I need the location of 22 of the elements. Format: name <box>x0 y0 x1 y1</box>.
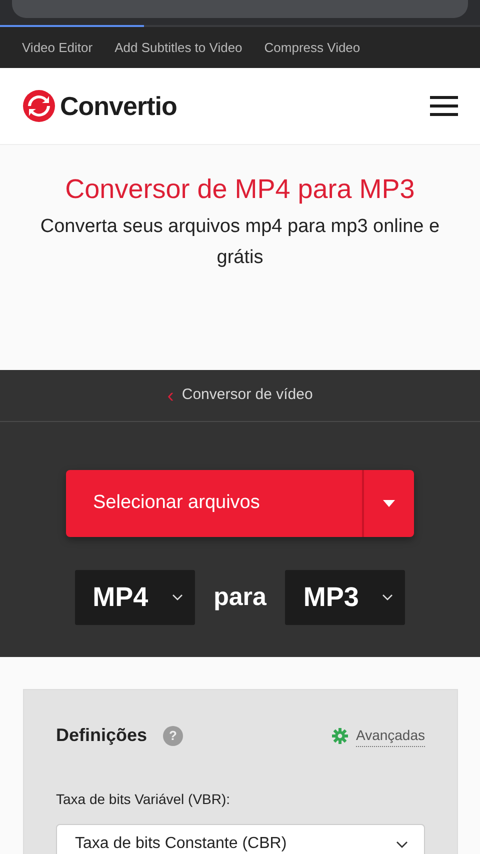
caret-icon <box>383 500 395 507</box>
nav-link[interactable]: Video Editor <box>22 38 93 58</box>
connector-text: para <box>214 582 266 613</box>
chevron-icon <box>382 594 394 601</box>
advanced-link[interactable]: Avançadas <box>356 724 425 746</box>
bitrate-select[interactable]: Taxa de bits Constante (CBR) <box>56 824 425 854</box>
target-format-dropdown[interactable]: MP3 <box>285 570 406 625</box>
settings-title: Definições <box>56 724 148 747</box>
nav-link[interactable]: Compress Video <box>264 38 360 58</box>
select-files-button[interactable]: Selecionar arquivos <box>66 470 414 537</box>
gear-icon <box>332 728 348 744</box>
logo-icon <box>22 89 56 123</box>
page-subtitle: Converta seus arquivos mp4 para mp3 online e grátis <box>39 215 441 270</box>
source-format-dropdown[interactable]: MP4 <box>74 570 195 625</box>
chevron-icon <box>396 840 408 848</box>
logo-text[interactable]: Convertio <box>60 86 177 126</box>
page-title: Conversor de MP4 para MP3 <box>64 173 416 206</box>
menu-icon[interactable] <box>430 96 458 116</box>
nav-link[interactable]: Add Subtitles to Video <box>114 38 242 58</box>
field-label: Taxa de bits Variável (VBR): <box>56 790 232 809</box>
chevron-icon <box>172 594 183 601</box>
breadcrumb-link[interactable]: ‹ Conversor de vídeo <box>167 380 313 410</box>
